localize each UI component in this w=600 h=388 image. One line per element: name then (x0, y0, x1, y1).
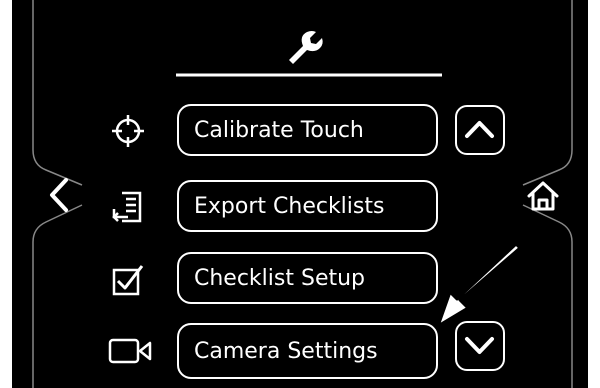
menu-item-label: Camera Settings (194, 338, 378, 364)
chevron-up-icon (465, 121, 494, 138)
camera-settings-button[interactable]: Camera Settings (177, 323, 438, 379)
export-checklists-button[interactable]: Export Checklists (177, 180, 438, 232)
arrow-pointer-icon (436, 242, 522, 328)
back-button[interactable] (40, 174, 80, 216)
calibrate-touch-button[interactable]: Calibrate Touch (177, 104, 438, 156)
chevron-left-icon (50, 178, 68, 212)
camera-icon (108, 338, 152, 364)
menu-item-label: Export Checklists (194, 193, 385, 219)
wrench-icon (289, 31, 323, 64)
export-list-icon (112, 191, 142, 223)
menu-item-label: Checklist Setup (194, 265, 366, 291)
menu-item-label: Calibrate Touch (194, 117, 364, 143)
checklist-setup-button[interactable]: Checklist Setup (177, 252, 438, 304)
checkbox-icon (112, 265, 144, 296)
scroll-up-button[interactable] (455, 105, 505, 155)
home-icon (527, 181, 559, 211)
crosshair-icon (112, 115, 144, 147)
home-button[interactable] (522, 176, 564, 216)
